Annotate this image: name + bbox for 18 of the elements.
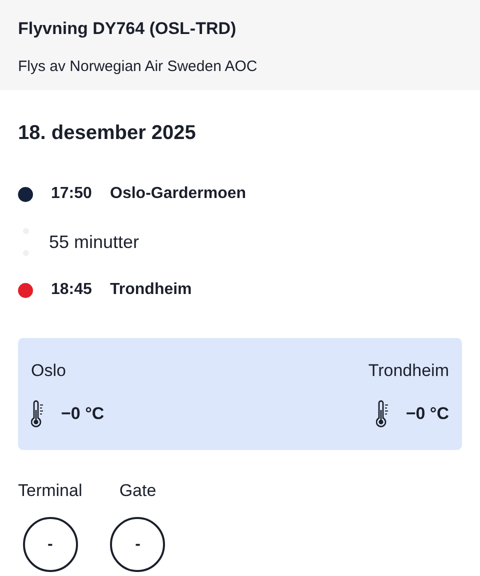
flight-title: Flyvning DY764 (OSL-TRD) bbox=[18, 18, 238, 40]
thermometer-icon bbox=[31, 400, 45, 428]
info-value-circle: - bbox=[22, 517, 78, 572]
airport-name: Oslo-Gardermoen bbox=[110, 184, 246, 204]
operator-text: Flys av Norwegian Air Sweden AOC bbox=[18, 56, 258, 76]
info-label: Gate bbox=[118, 480, 158, 502]
flight-date: 18. desember 2025 bbox=[18, 121, 197, 146]
airport-name: Trondheim bbox=[110, 280, 192, 300]
flight-duration: 55 minutter bbox=[49, 230, 140, 254]
city-name: Trondheim bbox=[368, 360, 449, 382]
city-name: Oslo bbox=[31, 360, 67, 382]
temperature-text: −0 °C bbox=[406, 402, 449, 425]
thermometer-icon bbox=[376, 400, 390, 428]
info-label: Terminal bbox=[18, 480, 82, 502]
departure-time: 18:45 bbox=[51, 280, 93, 300]
temperature-text: −0 °C bbox=[61, 402, 104, 425]
info-value-circle: - bbox=[110, 517, 166, 572]
departure-time: 17:50 bbox=[51, 184, 93, 204]
